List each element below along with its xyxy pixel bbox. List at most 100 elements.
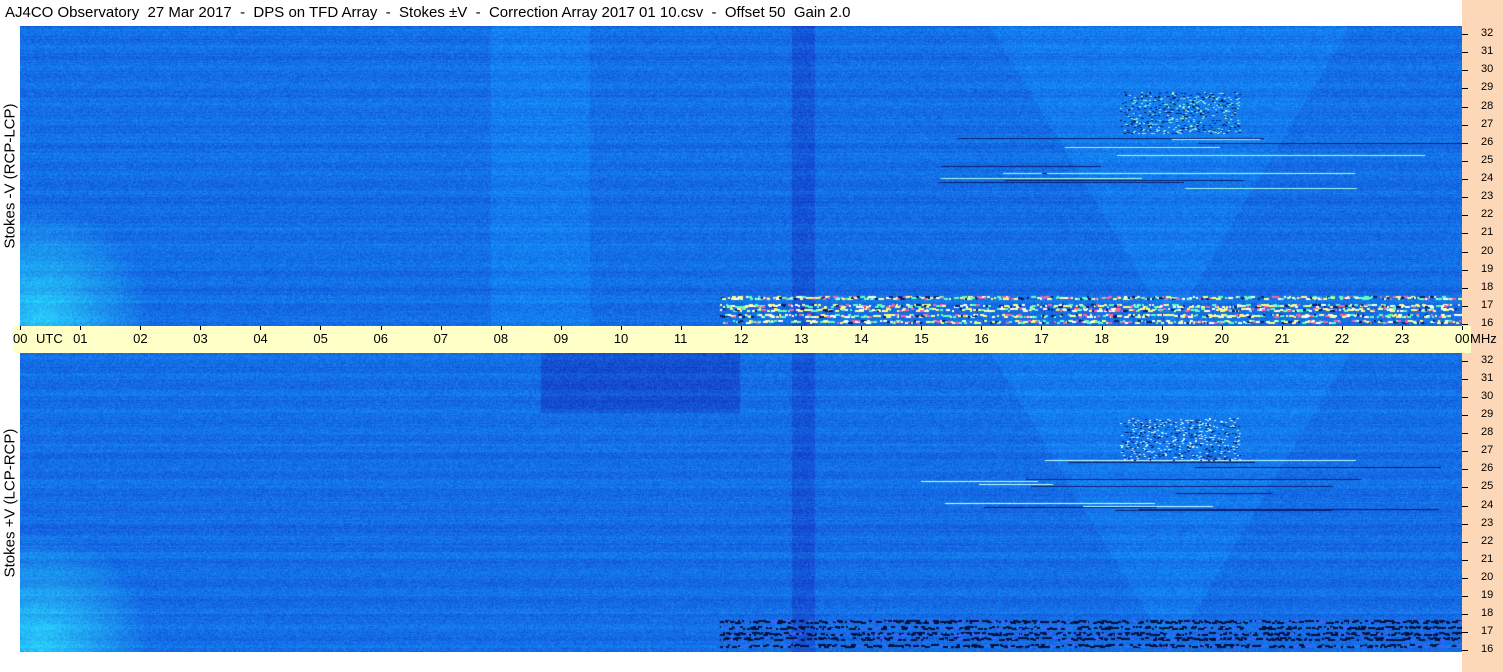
frequency-tick-mark <box>1462 577 1468 579</box>
frequency-tick-mark <box>1462 179 1468 180</box>
frequency-tick-mark <box>1462 379 1468 381</box>
frequency-tick-label: 30 <box>1481 63 1494 76</box>
time-tick-mark <box>380 326 382 330</box>
time-tick-mark <box>440 326 442 330</box>
frequency-tick-mark <box>1462 487 1468 489</box>
time-tick-label: 11 <box>673 331 688 346</box>
time-tick-mark <box>140 326 142 330</box>
frequency-tick-label: 19 <box>1481 262 1494 275</box>
frequency-tick-mark <box>1462 215 1468 217</box>
frequency-tick-mark <box>1462 650 1468 651</box>
frequency-tick-label: 29 <box>1481 81 1494 94</box>
time-tick-label: 19 <box>1154 331 1170 346</box>
time-tick-mark <box>1401 326 1403 330</box>
time-tick-label: 00 <box>1455 331 1470 346</box>
page-title: AJ4CO Observatory 27 Mar 2017 - DPS on T… <box>0 0 1462 26</box>
time-tick-mark <box>320 326 322 330</box>
frequency-tick-label: 28 <box>1481 426 1494 439</box>
frequency-unit-label: MHz <box>1470 331 1497 346</box>
time-tick-mark <box>1101 326 1103 330</box>
frequency-tick-mark <box>1462 197 1468 199</box>
frequency-tick-mark <box>1462 541 1468 543</box>
frequency-tick-label: 17 <box>1481 624 1494 637</box>
frequency-tick-mark <box>1462 52 1468 54</box>
frequency-tick-label: 19 <box>1481 588 1494 601</box>
frequency-tick-label: 25 <box>1481 153 1494 166</box>
frequency-tick-mark <box>1462 160 1468 162</box>
frequency-tick-label: 26 <box>1481 135 1494 148</box>
panel-bottom-label: Stokes +V (LCP-RCP) <box>1 428 19 577</box>
time-tick-label: 04 <box>253 331 268 346</box>
frequency-tick-mark <box>1462 469 1468 471</box>
time-tick-label: 23 <box>1394 331 1410 346</box>
time-tick-label: 09 <box>553 331 569 346</box>
time-tick-label: 05 <box>313 331 328 346</box>
frequency-tick-mark <box>1462 70 1468 72</box>
time-tick-label: 13 <box>794 331 809 346</box>
time-tick-mark <box>861 326 863 330</box>
time-tick-mark <box>80 326 82 330</box>
time-tick-mark <box>620 326 622 330</box>
spectrogram-top <box>20 26 1462 326</box>
frequency-tick-mark <box>1462 269 1468 271</box>
frequency-tick-mark <box>1462 142 1468 144</box>
frequency-tick-label: 18 <box>1481 280 1494 293</box>
time-tick-mark <box>1462 326 1463 330</box>
frequency-tick-label: 17 <box>1481 298 1494 311</box>
frequency-tick-label: 16 <box>1481 643 1494 655</box>
frequency-tick-mark <box>1462 631 1468 633</box>
frequency-tick-mark <box>1462 595 1468 597</box>
time-unit-label: UTC <box>36 331 63 346</box>
time-tick-label: 21 <box>1274 331 1290 346</box>
frequency-tick-mark <box>1462 305 1468 307</box>
frequency-tick-label: 22 <box>1481 208 1494 221</box>
frequency-tick-mark <box>1462 613 1468 615</box>
frequency-tick-label: 24 <box>1481 172 1494 184</box>
time-tick-label: 15 <box>914 331 929 346</box>
time-tick-label: 16 <box>974 331 989 346</box>
time-tick-mark <box>801 326 803 330</box>
time-tick-label: 17 <box>1034 331 1049 346</box>
time-tick-label: 20 <box>1214 331 1230 346</box>
time-tick-mark <box>680 326 682 330</box>
time-tick-mark <box>741 326 742 330</box>
frequency-tick-label: 22 <box>1481 534 1494 547</box>
frequency-tick-mark <box>1462 34 1468 35</box>
frequency-tick-label: 29 <box>1481 408 1494 421</box>
time-tick-label: 02 <box>133 331 148 346</box>
spectrogram-bottom <box>20 353 1462 652</box>
frequency-tick-mark <box>1462 233 1468 235</box>
panel-top-label: Stokes -V (RCP-LCP) <box>1 103 19 249</box>
frequency-tick-label: 27 <box>1481 444 1494 457</box>
time-tick-label: 18 <box>1094 331 1109 346</box>
frequency-tick-label: 31 <box>1481 372 1494 385</box>
frequency-tick-mark <box>1462 361 1468 362</box>
time-tick-mark <box>200 326 202 330</box>
frequency-tick-label: 25 <box>1481 480 1494 493</box>
time-tick-label: 01 <box>73 331 88 346</box>
frequency-tick-mark <box>1462 559 1468 561</box>
time-tick-mark <box>1341 326 1343 330</box>
time-tick-label: 14 <box>854 331 869 346</box>
frequency-tick-mark <box>1462 106 1468 108</box>
frequency-tick-label: 20 <box>1481 570 1494 583</box>
time-tick-mark <box>1041 326 1043 330</box>
time-tick-mark <box>1221 326 1223 330</box>
time-tick-label: 00 <box>13 331 28 346</box>
time-tick-label: 12 <box>734 331 749 346</box>
frequency-tick-mark <box>1462 324 1468 325</box>
frequency-tick-label: 32 <box>1481 27 1494 39</box>
time-tick-mark <box>921 326 923 330</box>
frequency-tick-label: 31 <box>1481 45 1494 58</box>
frequency-tick-mark <box>1462 251 1468 253</box>
time-tick-label: 06 <box>373 331 388 346</box>
time-tick-label: 22 <box>1334 331 1350 346</box>
frequency-tick-label: 24 <box>1481 498 1494 511</box>
frequency-tick-label: 27 <box>1481 117 1494 130</box>
frequency-tick-mark <box>1462 397 1468 399</box>
time-axis: 00 UTC 01 02 03 04 05 06 07 08 09 10 11 12 13 14 15 16 17 1… <box>13 326 1497 353</box>
frequency-tick-label: 28 <box>1481 99 1494 112</box>
frequency-tick-label: 18 <box>1481 606 1494 619</box>
panel-bottom-ylabel: Stokes +V (LCP-RCP) <box>0 353 20 652</box>
frequency-tick-mark <box>1462 433 1468 435</box>
